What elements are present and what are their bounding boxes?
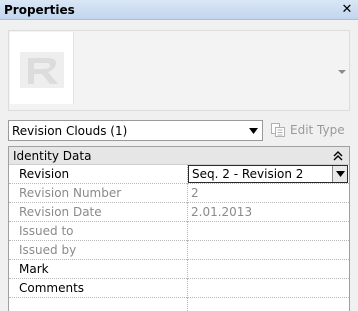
group-label: Identity Data [13, 149, 92, 163]
properties-table: Identity Data Revision Seq. 2 - Revision… [8, 146, 350, 311]
column-divider [187, 184, 188, 203]
chevron-down-icon[interactable] [249, 128, 258, 134]
property-row-revision-date: Revision Date 2.01.2013 [9, 203, 349, 222]
property-name: Revision Number [19, 186, 122, 200]
revision-dropdown[interactable]: Seq. 2 - Revision 2 [188, 165, 348, 183]
property-name: Revision [19, 167, 70, 181]
column-divider [187, 260, 188, 279]
type-selector-dropdown[interactable]: Revision Clouds (1) [8, 120, 263, 141]
property-value: 2 [191, 186, 199, 200]
revision-dropdown-button[interactable] [332, 166, 347, 182]
property-row-revision[interactable]: Revision Seq. 2 - Revision 2 [9, 165, 349, 184]
revit-logo-icon [20, 52, 64, 88]
collapse-double-chevron-up-icon[interactable] [333, 150, 343, 162]
property-row-comments[interactable]: Comments [9, 279, 349, 298]
type-selector-value: Revision Clouds (1) [12, 124, 128, 138]
close-icon[interactable]: ✕ [340, 2, 354, 18]
group-header-identity-data[interactable]: Identity Data [9, 147, 349, 165]
edit-type-label: Edit Type [290, 123, 345, 137]
property-row-issued-to: Issued to [9, 222, 349, 241]
property-name: Mark [19, 262, 49, 276]
column-divider [187, 279, 188, 298]
type-thumbnail [10, 32, 74, 104]
panel-title: Properties [4, 3, 75, 17]
property-name: Revision Date [19, 205, 102, 219]
property-row-issued-by: Issued by [9, 241, 349, 260]
property-row-revision-number: Revision Number 2 [9, 184, 349, 203]
revision-value: Seq. 2 - Revision 2 [192, 167, 304, 181]
property-value: 2.01.2013 [191, 205, 253, 219]
column-divider [187, 222, 188, 241]
property-row-partial [9, 298, 349, 311]
edit-type-icon [271, 123, 285, 137]
property-row-mark[interactable]: Mark [9, 260, 349, 279]
type-preview [8, 30, 350, 111]
properties-titlebar: Properties ✕ [0, 0, 358, 20]
chevron-down-icon[interactable] [337, 67, 347, 77]
edit-type-button[interactable]: Edit Type [268, 120, 350, 141]
column-divider [187, 203, 188, 222]
column-divider [187, 298, 188, 311]
property-name: Issued by [19, 243, 77, 257]
property-name: Issued to [19, 224, 74, 238]
property-name: Comments [19, 281, 85, 295]
column-divider [187, 241, 188, 260]
chevron-down-icon [336, 171, 345, 177]
